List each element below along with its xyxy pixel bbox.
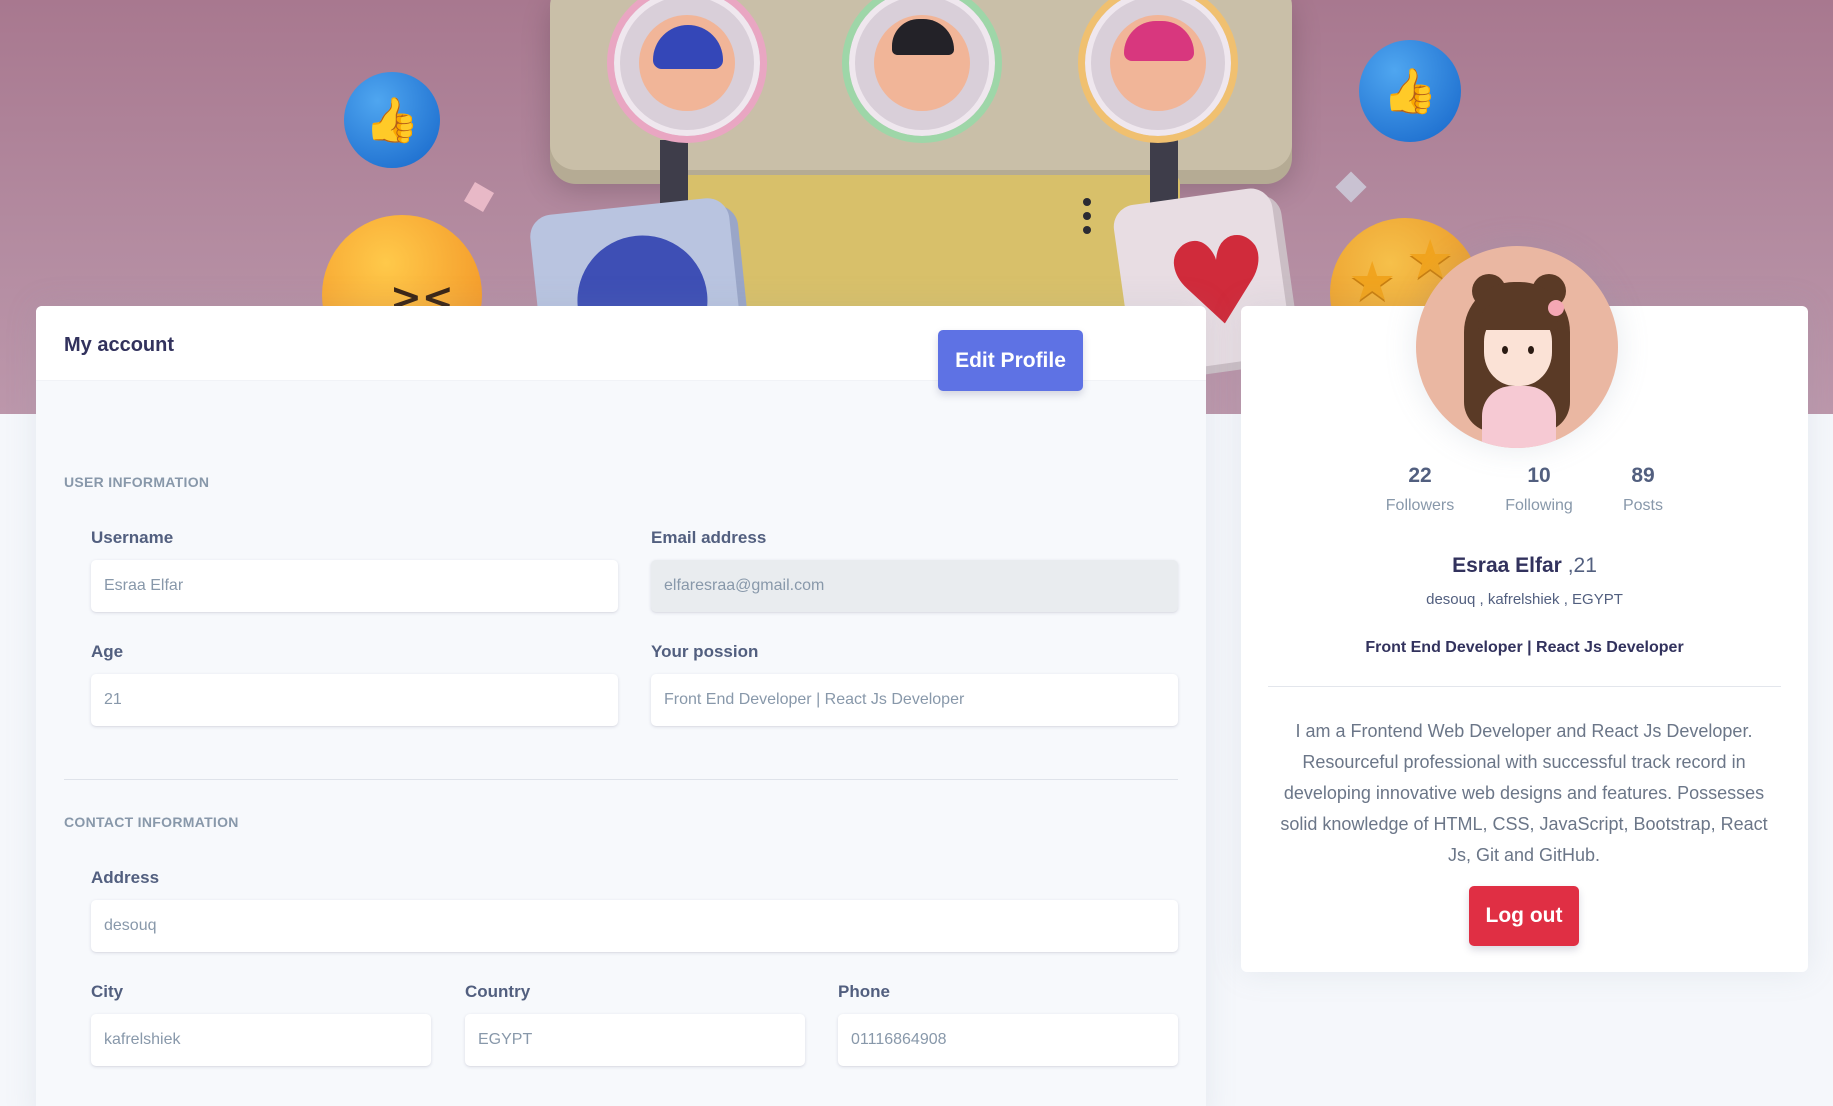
- profile-name-line: Esraa Elfar ,21: [1241, 554, 1808, 578]
- profile-name: Esraa Elfar: [1452, 554, 1562, 577]
- country-input[interactable]: [465, 1014, 805, 1066]
- thumbs-up-icon: 👍: [344, 72, 440, 168]
- decor-shape: [463, 181, 495, 213]
- profile-bio: I am a Frontend Web Developer and React …: [1280, 721, 1768, 865]
- cartoon-face-icon: [639, 15, 735, 111]
- cartoon-face-icon: [874, 15, 970, 111]
- posts-count: 89: [1631, 464, 1655, 487]
- followers-stat: 22 Followers: [1365, 464, 1475, 515]
- thumbs-up-icon: 👍: [1359, 40, 1461, 142]
- address-label: Address: [91, 868, 160, 887]
- profile-role: Front End Developer | React Js Developer: [1365, 639, 1684, 656]
- profile-age: ,21: [1561, 554, 1597, 577]
- decor-shape: [1335, 171, 1367, 203]
- page-title: My account: [64, 334, 175, 356]
- followers-label: Followers: [1385, 497, 1455, 514]
- phone-input[interactable]: [838, 1014, 1178, 1066]
- city-label: City: [91, 982, 124, 1001]
- profile-divider: [1268, 686, 1781, 687]
- more-dots-icon: [1083, 198, 1091, 240]
- email-label: Email address: [651, 528, 767, 547]
- following-label: Following: [1505, 497, 1573, 514]
- my-account-card: My account USER INFORMATION Username Ema…: [36, 306, 1206, 1106]
- username-label: Username: [91, 528, 174, 547]
- following-stat: 10 Following: [1484, 464, 1594, 515]
- phone-label: Phone: [838, 982, 890, 1001]
- banner-screen: [660, 175, 1180, 315]
- passion-label: Your possion: [651, 642, 759, 661]
- posts-stat: 89 Posts: [1588, 464, 1698, 515]
- email-input[interactable]: [651, 560, 1178, 612]
- passion-input[interactable]: [651, 674, 1178, 726]
- section-divider: [64, 779, 1178, 780]
- edit-profile-button[interactable]: Edit Profile: [938, 330, 1083, 391]
- city-input[interactable]: [91, 1014, 431, 1066]
- avatar: [1416, 246, 1618, 448]
- star-icon: ★: [1348, 250, 1397, 313]
- posts-label: Posts: [1622, 497, 1663, 514]
- address-input[interactable]: [91, 900, 1178, 952]
- age-label: Age: [91, 642, 124, 661]
- following-count: 10: [1527, 464, 1551, 487]
- user-information-heading: USER INFORMATION: [64, 474, 210, 490]
- username-input[interactable]: [91, 560, 618, 612]
- country-label: Country: [465, 982, 531, 1001]
- logout-button[interactable]: Log out: [1469, 886, 1579, 946]
- banner-post: [660, 140, 688, 210]
- contact-information-heading: CONTACT INFORMATION: [64, 814, 239, 830]
- followers-count: 22: [1408, 464, 1432, 487]
- cartoon-face-icon: [1110, 15, 1206, 111]
- age-input[interactable]: [91, 674, 618, 726]
- profile-location: desouq , kafrelshiek , EGYPT: [1426, 591, 1623, 608]
